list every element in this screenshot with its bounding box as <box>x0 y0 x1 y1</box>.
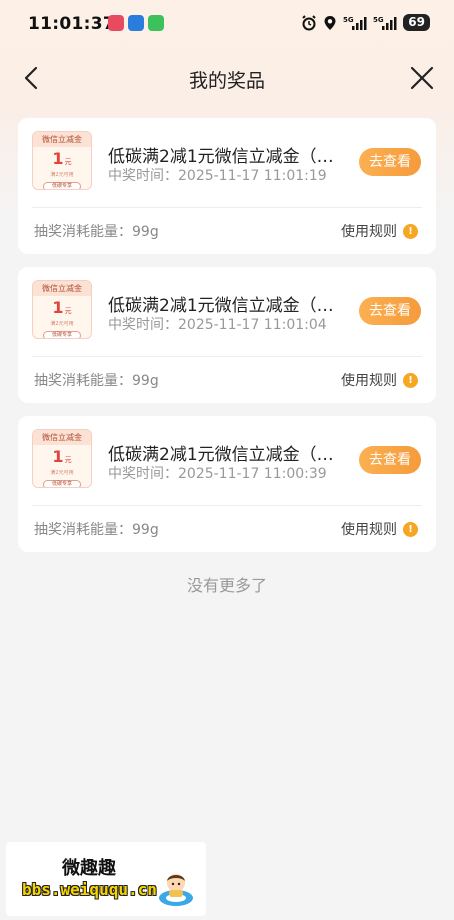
close-icon <box>410 66 434 90</box>
usage-rules-link[interactable]: 使用规则 ! <box>341 370 418 390</box>
coupon-tag: 低碳专享 <box>43 182 81 189</box>
signal-5g-icon: 5G <box>343 16 367 30</box>
divider <box>32 505 422 506</box>
usage-rules-label: 使用规则 <box>341 373 397 389</box>
coupon-amount: 1元 <box>33 447 91 470</box>
status-bar: 11:01:37 5G 5G 69 <box>0 0 454 48</box>
prize-title: 低碳满2减1元微信立减金（借记卡专享） <box>108 445 344 465</box>
energy-cost: 抽奖消耗能量：99g <box>34 373 159 389</box>
svg-text:5G: 5G <box>373 16 384 24</box>
coupon-thumbnail: 微信立减金 1元 满2元可用 低碳专享 <box>32 280 92 339</box>
usage-rules-link[interactable]: 使用规则 ! <box>341 221 418 241</box>
prize-page: 11:01:37 5G 5G 69 我的奖品 微信立减金 1元 满2元可用 低碳… <box>0 0 454 920</box>
info-icon: ! <box>403 223 418 239</box>
prize-title: 低碳满2减1元微信立减金（借记卡专享） <box>108 296 344 316</box>
usage-rules-label: 使用规则 <box>341 224 397 240</box>
app-notification-icon <box>128 15 144 31</box>
coupon-condition: 满2元可用 <box>50 172 74 178</box>
close-button[interactable] <box>408 64 436 92</box>
battery-icon: 69 <box>403 14 430 31</box>
coupon-header: 微信立减金 <box>33 430 91 445</box>
coupon-amount-value: 1 <box>52 298 64 317</box>
coupon-condition: 满2元可用 <box>50 321 74 327</box>
mascot-icon <box>159 874 193 906</box>
info-icon: ! <box>403 372 418 388</box>
coupon-header: 微信立减金 <box>33 281 91 296</box>
coupon-thumbnail: 微信立减金 1元 满2元可用 低碳专享 <box>32 131 92 190</box>
coupon-header: 微信立减金 <box>33 132 91 147</box>
coupon-amount: 1元 <box>33 298 91 321</box>
nav-bar: 我的奖品 <box>0 54 454 102</box>
energy-cost: 抽奖消耗能量：99g <box>34 522 159 538</box>
location-icon <box>324 15 336 30</box>
prize-list: 微信立减金 1元 满2元可用 低碳专享 低碳满2减1元微信立减金（借记卡专享） … <box>18 118 436 565</box>
prize-card: 微信立减金 1元 满2元可用 低碳专享 低碳满2减1元微信立减金（借记卡专享） … <box>18 267 436 403</box>
win-time: 中奖时间：2025-11-17 11:01:19 <box>108 168 327 184</box>
divider <box>32 207 422 208</box>
energy-cost: 抽奖消耗能量：99g <box>34 224 159 240</box>
view-button[interactable]: 去查看 <box>359 297 421 325</box>
coupon-unit: 元 <box>64 456 72 464</box>
app-notification-icon <box>108 15 124 31</box>
alarm-icon <box>302 14 317 30</box>
prize-card: 微信立减金 1元 满2元可用 低碳专享 低碳满2减1元微信立减金（借记卡专享） … <box>18 416 436 552</box>
watermark-name: 微趣趣 <box>62 858 116 879</box>
coupon-unit: 元 <box>64 158 72 166</box>
usage-rules-link[interactable]: 使用规则 ! <box>341 519 418 539</box>
message-notification-icon <box>148 15 164 31</box>
win-time: 中奖时间：2025-11-17 11:01:04 <box>108 317 327 333</box>
view-button[interactable]: 去查看 <box>359 446 421 474</box>
watermark-url: bbs.weiququ.cn <box>22 880 157 899</box>
no-more-text: 没有更多了 <box>186 576 267 595</box>
view-button[interactable]: 去查看 <box>359 148 421 176</box>
prize-title: 低碳满2减1元微信立减金（借记卡专享） <box>108 147 344 167</box>
coupon-unit: 元 <box>64 307 72 315</box>
win-time: 中奖时间：2025-11-17 11:00:39 <box>108 466 327 482</box>
signal-5g-icon: 5G <box>373 16 397 30</box>
svg-text:5G: 5G <box>343 16 354 24</box>
info-icon: ! <box>403 521 418 537</box>
coupon-tag: 低碳专享 <box>43 480 81 487</box>
coupon-tag: 低碳专享 <box>43 331 81 338</box>
coupon-condition: 满2元可用 <box>50 470 74 476</box>
usage-rules-label: 使用规则 <box>341 522 397 538</box>
system-icons: 5G 5G 69 <box>301 14 430 31</box>
watermark: 微趣趣 bbs.weiququ.cn <box>6 842 206 916</box>
coupon-amount-value: 1 <box>52 447 64 466</box>
coupon-amount: 1元 <box>33 149 91 172</box>
coupon-thumbnail: 微信立减金 1元 满2元可用 低碳专享 <box>32 429 92 488</box>
status-time: 11:01:37 <box>28 14 115 34</box>
divider <box>32 356 422 357</box>
notification-icons <box>108 15 164 31</box>
coupon-amount-value: 1 <box>52 149 64 168</box>
prize-card: 微信立减金 1元 满2元可用 低碳专享 低碳满2减1元微信立减金（借记卡专享） … <box>18 118 436 254</box>
page-title: 我的奖品 <box>188 70 265 92</box>
